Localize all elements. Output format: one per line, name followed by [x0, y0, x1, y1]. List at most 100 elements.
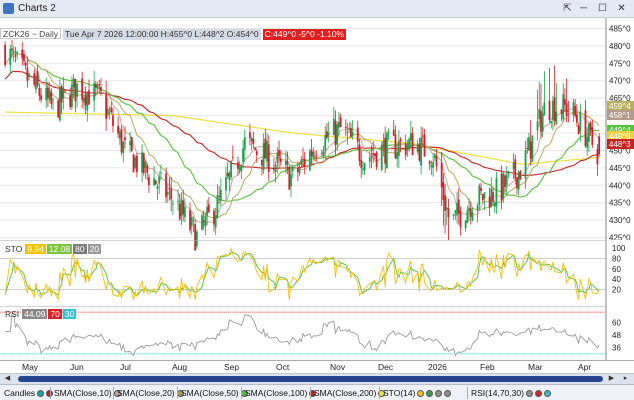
candle-up	[134, 157, 137, 168]
rsi-chart[interactable]: 60 48 36	[0, 305, 634, 360]
candle-down	[23, 54, 25, 62]
sto-tick-label: 20	[612, 286, 621, 295]
candle-down	[421, 135, 424, 137]
candle-up	[45, 87, 48, 101]
color-swatch-icon[interactable]	[525, 390, 533, 397]
candle-up	[59, 87, 61, 121]
date-ohlc-label: Tue Apr 7 2026 12:00:00 H:455^0 L:448^2 …	[63, 29, 261, 40]
color-swatch-icon[interactable]	[534, 390, 542, 397]
tab-divider	[241, 387, 242, 399]
tab-rsi-label: RSI(14,70,30)	[471, 388, 524, 398]
candle-up	[363, 163, 366, 171]
scroll-left-arrow-icon[interactable]: ◀	[2, 374, 13, 384]
rsi-legend: RSI 44.09 70 30	[3, 309, 77, 319]
candle-down	[4, 44, 7, 66]
price-chart[interactable]: 485^0480^0475^0470^0465^0460^0455^0450^0…	[0, 18, 634, 255]
sto-pane[interactable]: 100 80 60 40 20 STO 9.94 12.08 80 20	[0, 239, 634, 306]
candle-up	[240, 165, 243, 172]
candle-down	[47, 87, 49, 99]
candle-up	[493, 202, 496, 207]
tab-sma50-label: SMA(Close,50)	[181, 388, 239, 398]
color-swatch-icon[interactable]	[37, 390, 45, 397]
sto-upper-value: 80	[73, 244, 87, 254]
scroll-right-arrow-icon[interactable]: ▶	[606, 374, 617, 384]
minimize-button[interactable]: ─	[576, 1, 591, 16]
candle-up	[541, 113, 544, 132]
candle-down	[540, 110, 542, 133]
candle-down	[231, 157, 234, 159]
candle-down	[574, 106, 577, 116]
candle-up	[28, 73, 31, 77]
candle-up	[324, 135, 327, 151]
candle-down	[411, 133, 414, 156]
tab-candles[interactable]: Candles	[2, 386, 55, 400]
tab-sto[interactable]: STO(14)	[381, 386, 453, 400]
color-swatch-icon[interactable]	[417, 390, 425, 397]
candle-up	[48, 90, 51, 100]
candle-up	[266, 140, 268, 162]
candle-up	[531, 135, 534, 162]
sto-d-value: 12.08	[46, 244, 73, 254]
candle-down	[64, 89, 66, 91]
rsi-value: 44.09	[22, 309, 48, 319]
color-swatch-icon[interactable]	[426, 390, 434, 397]
time-axis[interactable]: May Jun Jul Aug Sep Oct Nov Dec 2026 Feb…	[0, 360, 634, 373]
price-tick-label: 440^0	[609, 181, 631, 190]
candle-down	[596, 149, 599, 165]
candle-down	[189, 209, 191, 230]
candle-down	[302, 158, 304, 160]
maximize-button[interactable]: ☐	[595, 1, 610, 16]
candle-down	[384, 137, 387, 164]
tab-sma200[interactable]: SMA(Close,200)	[312, 386, 387, 400]
candle-up	[290, 174, 292, 187]
candle-up	[242, 148, 244, 163]
candle-down	[516, 177, 518, 189]
candle-up	[586, 136, 589, 148]
scrollbar-thumb[interactable]	[18, 376, 603, 382]
candle-down	[373, 153, 376, 156]
color-swatch-icon[interactable]	[435, 390, 443, 397]
sto-k-line	[4, 246, 600, 301]
tab-rsi[interactable]: RSI(14,70,30)	[469, 386, 553, 400]
rsi-axis: 60 48 36	[605, 306, 634, 360]
candle-down	[110, 107, 113, 113]
candle-up	[380, 144, 383, 170]
price-chart-pane[interactable]: 485^0480^0475^0470^0465^0460^0455^0450^0…	[0, 18, 634, 255]
candle-down	[358, 144, 361, 161]
tab-sma100[interactable]: SMA(Close,100)	[243, 386, 318, 400]
rsi-pane[interactable]: 60 48 36 RSI 44.09 70 30	[0, 305, 634, 360]
tab-sma20[interactable]: SMA(Close,20)	[115, 386, 186, 400]
candle-down	[50, 92, 53, 104]
rsi-tick-label: 36	[612, 344, 621, 353]
scroll-end-arrow-icon[interactable]: ▸	[620, 374, 631, 384]
candle-down	[124, 137, 126, 141]
popout-button[interactable]: ⇱	[560, 1, 575, 16]
candle-down	[288, 166, 291, 190]
candle-down	[529, 141, 532, 159]
rsi-upper-value: 70	[48, 309, 62, 319]
candle-down	[21, 49, 24, 59]
candle-down	[279, 158, 282, 162]
candle-down	[320, 152, 323, 154]
candle-up	[466, 210, 469, 223]
candle-up	[362, 168, 364, 170]
candle-up	[243, 137, 246, 150]
candle-up	[471, 212, 474, 221]
time-tick-2026: 2026	[428, 362, 447, 372]
candle-down	[481, 194, 484, 201]
candle-up	[430, 164, 433, 167]
color-swatch-icon[interactable]	[543, 390, 551, 397]
close-button[interactable]: ✕	[614, 1, 629, 16]
horizontal-scrollbar[interactable]: ◀ ▶ ▸	[0, 373, 634, 384]
candle-up	[171, 203, 174, 205]
color-swatch-icon[interactable]	[444, 390, 452, 397]
candle-up	[464, 220, 467, 229]
candle-down	[435, 156, 438, 167]
tab-sma100-label: SMA(Close,100)	[245, 388, 308, 398]
tab-sma50[interactable]: SMA(Close,50)	[179, 386, 250, 400]
candle-down	[24, 62, 27, 66]
candle-up	[332, 118, 335, 135]
rsi-label: RSI	[5, 309, 20, 319]
candle-up	[153, 178, 155, 186]
candle-down	[457, 199, 460, 214]
